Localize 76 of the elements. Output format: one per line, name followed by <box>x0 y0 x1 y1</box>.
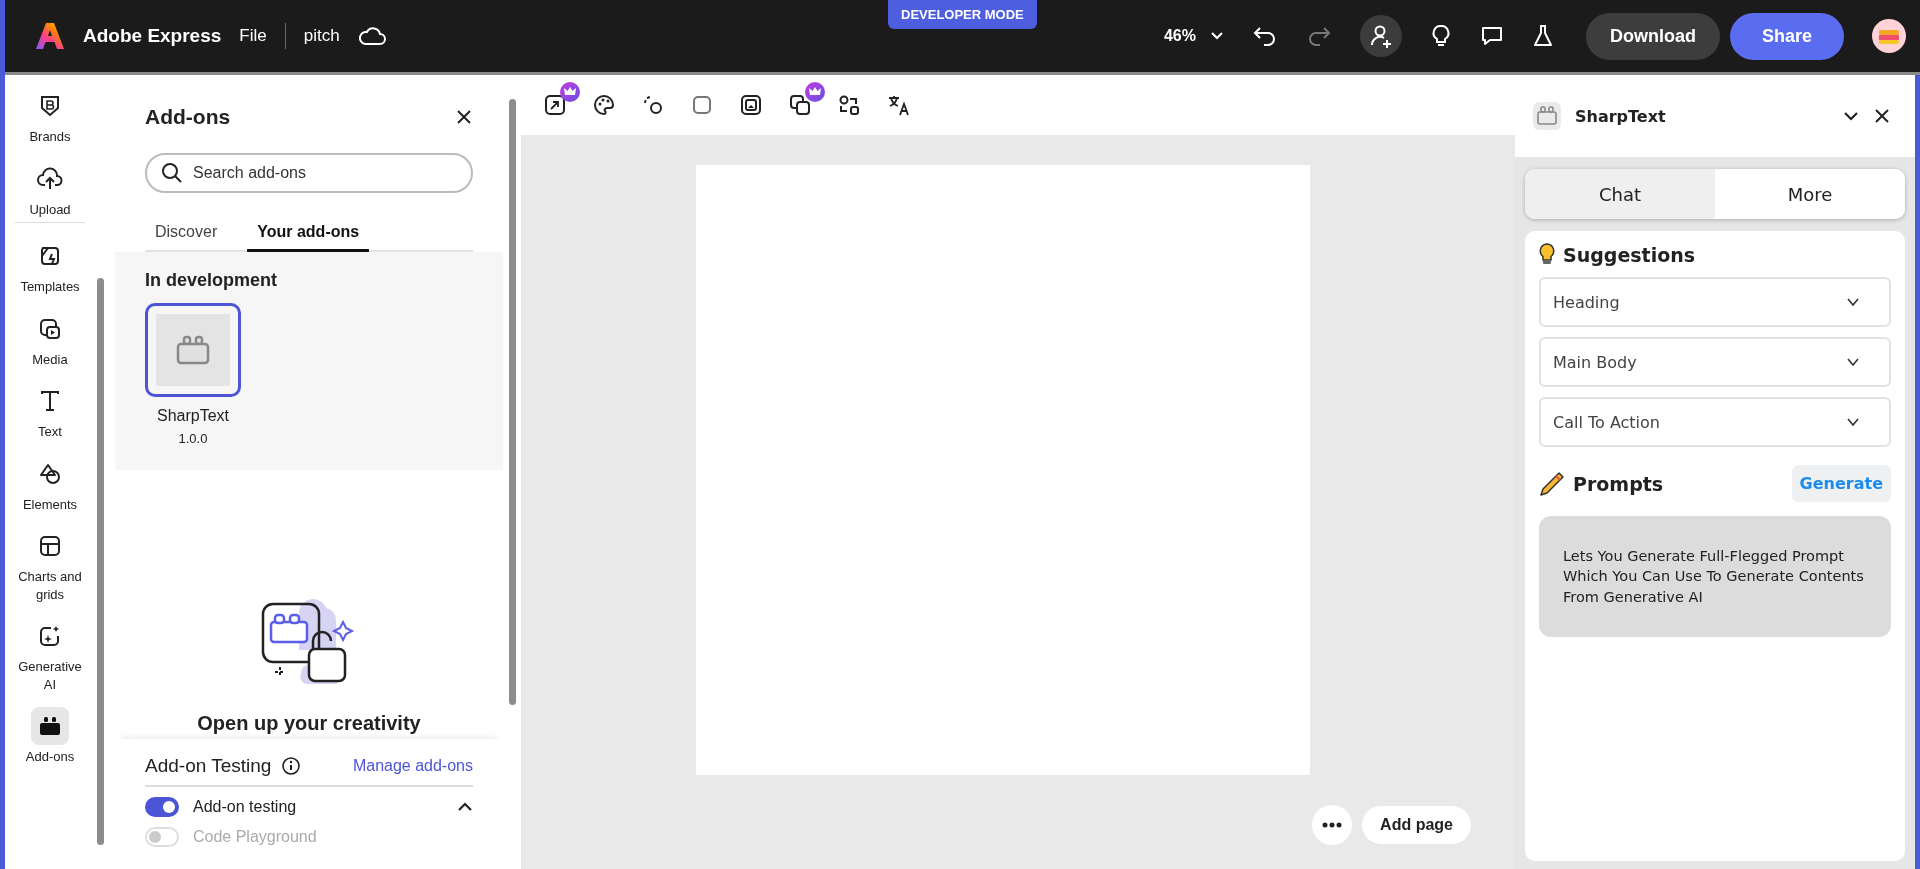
add-on-version: 1.0.0 <box>178 431 208 446</box>
palette-icon[interactable] <box>593 94 615 116</box>
section-title: Prompts <box>1573 472 1664 495</box>
suggestion-dropdown[interactable]: Call To Action <box>1539 397 1891 447</box>
cloud-icon[interactable] <box>357 25 386 47</box>
toggle-switch[interactable] <box>145 797 179 817</box>
document-name[interactable]: pitch <box>303 26 340 46</box>
add-on-icon <box>1533 102 1561 130</box>
flask-icon[interactable] <box>1531 24 1554 48</box>
suggestion-dropdown[interactable]: Main Body <box>1539 337 1891 387</box>
shapes-icon <box>38 461 62 486</box>
rail-item[interactable]: Elements <box>8 454 92 514</box>
add-page-button[interactable]: Add page <box>1362 806 1471 844</box>
rail-item[interactable]: Text <box>8 382 92 441</box>
text-icon <box>38 389 62 414</box>
app-logo-icon[interactable] <box>35 21 65 51</box>
invite-person-icon[interactable] <box>1359 15 1402 57</box>
crown-badge-icon <box>560 82 580 102</box>
comment-icon[interactable] <box>1479 25 1504 47</box>
resize-icon[interactable] <box>544 94 566 116</box>
manage-add-ons-link[interactable]: Manage add-ons <box>352 757 473 775</box>
app-name: Adobe Express <box>83 25 222 47</box>
tab[interactable]: More <box>1715 169 1905 219</box>
chevron-down-icon <box>1209 31 1224 41</box>
share-button[interactable]: Share <box>1729 12 1844 60</box>
section-title: Add-on Testing <box>145 755 272 777</box>
developer-mode-badge: DEVELOPER MODE <box>888 0 1037 29</box>
description-box: Lets You Generate Full-Flegged Prompt Which You Can Use To Generate Contents From Generative AI <box>1539 516 1891 637</box>
upload-cloud-icon <box>37 166 63 191</box>
translate-icon[interactable] <box>887 94 909 116</box>
add-on-name: SharpText <box>156 407 229 425</box>
lightbulb-icon[interactable] <box>1429 24 1452 48</box>
close-icon[interactable] <box>455 108 473 126</box>
rail-item[interactable]: Media <box>8 309 92 369</box>
search-field[interactable]: Search add-ons <box>145 153 473 193</box>
rail-item[interactable]: Add-ons <box>8 707 92 766</box>
close-icon[interactable] <box>1873 107 1891 125</box>
media-icon <box>38 316 62 341</box>
panel-title: Add-ons <box>145 105 231 129</box>
rail-item[interactable]: Charts and grids <box>8 527 92 604</box>
frame-image-icon[interactable] <box>740 94 762 116</box>
rail-item[interactable]: Generative AI <box>8 617 92 694</box>
lightbulb-icon <box>1539 243 1555 267</box>
tab[interactable]: Discover <box>145 215 228 252</box>
replace-icon[interactable] <box>838 94 860 116</box>
shapes-swap-icon[interactable] <box>642 94 664 116</box>
suggestion-dropdown[interactable]: Heading <box>1539 277 1891 327</box>
add-on-card[interactable] <box>145 303 241 397</box>
tab[interactable]: Chat <box>1525 169 1715 219</box>
section-title: Suggestions <box>1563 244 1696 266</box>
rail-item[interactable]: Templates <box>8 237 92 296</box>
collapse-caret-icon[interactable] <box>457 802 473 812</box>
layers-icon[interactable] <box>789 94 811 116</box>
toggle-label: Add-on testing <box>193 798 297 816</box>
more-options-icon[interactable] <box>1312 805 1353 845</box>
square-icon[interactable] <box>691 94 713 116</box>
crown-badge-icon <box>805 82 825 102</box>
sparkle-image-icon <box>38 624 62 649</box>
file-menu[interactable]: File <box>239 26 267 46</box>
panel-title: SharpText <box>1575 106 1667 126</box>
avatar[interactable] <box>1872 19 1906 53</box>
promo-heading: Open up your creativity <box>197 712 421 735</box>
brand-icon <box>38 94 62 118</box>
zoom-dropdown[interactable]: 46% <box>1163 27 1224 45</box>
toggle-label: Code Playground <box>193 828 317 846</box>
chevron-down-icon[interactable] <box>1843 111 1859 121</box>
download-button[interactable]: Download <box>1585 12 1720 60</box>
section-heading: In development <box>145 270 279 291</box>
info-icon[interactable] <box>281 756 302 776</box>
undo-icon[interactable] <box>1251 25 1278 47</box>
pencil-icon <box>1539 470 1565 497</box>
add-on-icon <box>175 334 211 366</box>
rail-item[interactable]: Brands <box>8 87 92 146</box>
layout-grid-icon <box>38 534 62 559</box>
rail-item[interactable]: Upload <box>8 159 92 219</box>
add-ons-icon <box>38 715 62 738</box>
